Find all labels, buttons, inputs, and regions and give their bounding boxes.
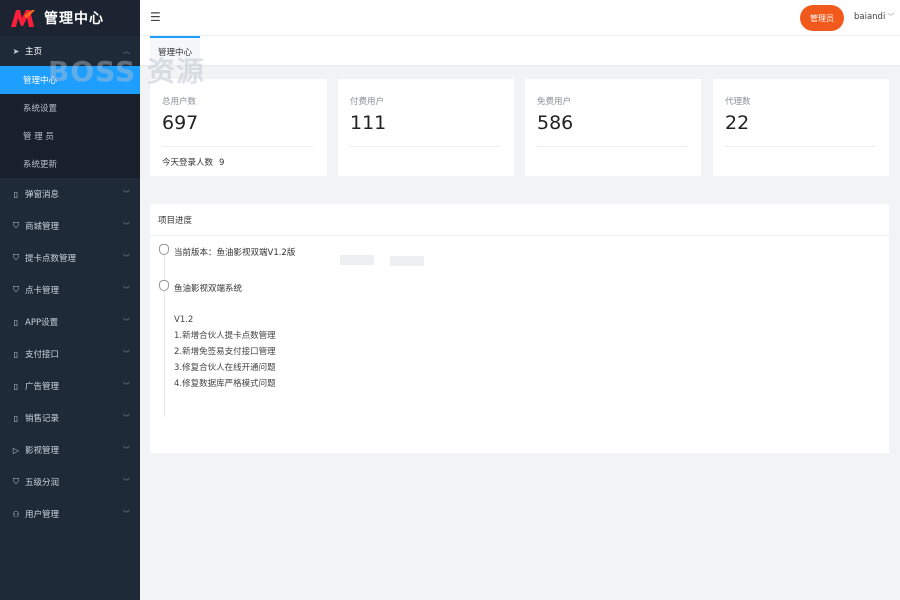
stat-label: 免费用户 <box>537 97 572 107</box>
project-progress-panel: 项目进度 当前版本：鱼油影视双端V1.2版 鱼油影视双端系统 V1.2 1.新增… <box>150 204 889 453</box>
sidebar-item-ads[interactable]: ▯ 广告管理 ﹀ <box>0 370 140 402</box>
today-login-count: 今天登录人数 9 <box>162 158 225 168</box>
stat-card-paid-users: 付费用户 111 <box>338 79 514 176</box>
username: baiandi <box>854 12 886 22</box>
top-header: ☰ 管理员 baiandi ﹀ <box>140 0 900 36</box>
role-button[interactable]: 管理员 <box>800 5 844 31</box>
release-note: V1.2 <box>174 315 194 325</box>
sidebar-item-users[interactable]: ⚇ 用户管理 ﹀ <box>0 498 140 530</box>
stat-label: 总用户数 <box>162 97 197 107</box>
sidebar-item-video[interactable]: ▷ 影视管理 ﹀ <box>0 434 140 466</box>
phone-icon: ▯ <box>13 317 19 327</box>
sidebar-item-profit-share[interactable]: ⛉ 五级分润 ﹀ <box>0 466 140 498</box>
shield-icon: ⛉ <box>13 285 19 294</box>
release-note: 1.新增合伙人提卡点数管理 <box>174 331 276 341</box>
sidebar-item-sales[interactable]: ▯ 销售记录 ﹀ <box>0 402 140 434</box>
chevron-down-icon: ﹀ <box>123 318 130 326</box>
divider <box>162 146 313 147</box>
mouse-icon <box>159 280 169 291</box>
tab-bar: 管理中心 <box>140 36 900 66</box>
chevron-down-icon: ﹀ <box>123 222 130 230</box>
sidebar-item-system-update[interactable]: 系统更新 <box>0 150 140 178</box>
play-icon: ▷ <box>12 445 20 455</box>
mouse-icon <box>159 244 169 255</box>
stat-value: 697 <box>162 112 199 134</box>
divider <box>537 146 687 147</box>
sidebar-item-administrators[interactable]: 管 理 员 <box>0 122 140 150</box>
phone-icon: ▯ <box>13 349 19 359</box>
stat-value: 586 <box>537 112 574 134</box>
timeline-line <box>164 252 165 417</box>
release-note: 4.修复数据库严格模式问题 <box>174 379 276 389</box>
shield-icon: ⛉ <box>13 253 19 262</box>
stat-label: 代理数 <box>725 97 751 107</box>
chevron-down-icon: ﹀ <box>123 350 130 358</box>
phone-icon: ▯ <box>13 381 19 391</box>
release-note: 2.新增免签易支付接口管理 <box>174 347 276 357</box>
phone-icon: ▯ <box>13 413 19 423</box>
user-menu[interactable]: baiandi ﹀ <box>854 12 894 22</box>
chevron-down-icon: ﹀ <box>123 254 130 262</box>
chevron-down-icon: ﹀ <box>123 478 130 486</box>
shield-icon: ⛉ <box>13 221 19 230</box>
panel-title: 项目进度 <box>158 216 193 226</box>
chevron-down-icon: ﹀ <box>123 382 130 390</box>
divider <box>725 146 875 147</box>
sidebar-item-system-settings[interactable]: 系统设置 <box>0 94 140 122</box>
stat-value: 111 <box>350 112 387 134</box>
phone-icon: ▯ <box>13 189 19 199</box>
user-icon: ⚇ <box>12 509 20 519</box>
current-version: 当前版本：鱼油影视双端V1.2版 <box>174 248 296 258</box>
menu-toggle-icon[interactable]: ☰ <box>150 10 161 24</box>
sidebar-item-point-cards[interactable]: ⛉ 点卡管理 ﹀ <box>0 274 140 306</box>
watermark: BOSS 资源 <box>48 55 205 88</box>
stat-card-total-users: 总用户数 697 今天登录人数 9 <box>150 79 327 176</box>
stat-label: 付费用户 <box>350 97 385 107</box>
blurred-area <box>340 255 374 265</box>
stat-value: 22 <box>725 112 750 134</box>
sidebar-item-card-points[interactable]: ⛉ 提卡点数管理 ﹀ <box>0 242 140 274</box>
sidebar-item-popup-messages[interactable]: ▯ 弹窗消息 ﹀ <box>0 178 140 210</box>
shield-icon: ⛉ <box>13 477 19 486</box>
app-title: 管理中心 <box>44 11 104 27</box>
chevron-down-icon: ﹀ <box>123 510 130 518</box>
logo[interactable]: 管理中心 <box>0 0 140 36</box>
sidebar-item-payment[interactable]: ▯ 支付接口 ﹀ <box>0 338 140 370</box>
chevron-down-icon: ﹀ <box>123 286 130 294</box>
release-notes: V1.2 1.新增合伙人提卡点数管理 2.新增免签易支付接口管理 3.修复合伙人… <box>174 312 276 392</box>
chevron-down-icon: ﹀ <box>123 190 130 198</box>
chevron-down-icon: ﹀ <box>887 13 895 21</box>
sidebar-item-app-settings[interactable]: ▯ APP设置 ﹀ <box>0 306 140 338</box>
blurred-area <box>390 256 424 266</box>
stat-card-agents: 代理数 22 <box>713 79 889 176</box>
release-note: 3.修复合伙人在线开通问题 <box>174 363 276 373</box>
divider <box>150 235 889 236</box>
send-icon: ➤ <box>12 46 20 56</box>
sidebar-item-mall[interactable]: ⛉ 商城管理 ﹀ <box>0 210 140 242</box>
system-name: 鱼油影视双端系统 <box>174 284 243 294</box>
stat-card-free-users: 免费用户 586 <box>525 79 701 176</box>
divider <box>350 146 500 147</box>
chevron-down-icon: ﹀ <box>123 446 130 454</box>
logo-icon <box>10 8 36 28</box>
chevron-down-icon: ﹀ <box>123 414 130 422</box>
sidebar: 管理中心 ➤ 主页 ︿ 管理中心 系统设置 管 理 员 系统更新 ▯ 弹窗消息 … <box>0 0 140 600</box>
